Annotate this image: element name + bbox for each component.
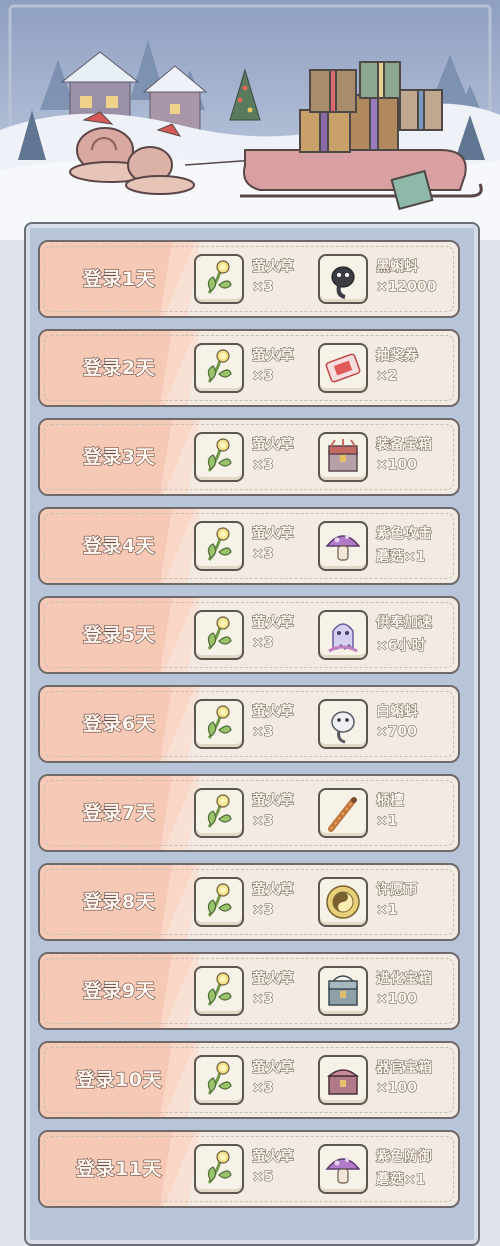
login-reward-row[interactable]: 登录6天 萤火草 ×3 白蝌蚪 ×700 [38, 685, 460, 763]
reward-count: ×100 [376, 457, 418, 474]
equipment-chest-icon [318, 432, 368, 482]
reward-name: 萤火草 [252, 348, 295, 365]
white-tadpole-icon [318, 699, 368, 749]
purple-mushroom-icon [318, 521, 368, 571]
login-reward-row[interactable]: 登录10天 萤火草 ×3 器官宝箱 ×100 [38, 1041, 460, 1119]
login-day-label: 登录6天 [82, 712, 156, 735]
purple-mushroom-icon [318, 1144, 368, 1194]
login-reward-row[interactable]: 登录3天 萤火草 ×3 装备宝箱 ×100 [38, 418, 460, 496]
login-reward-row[interactable]: 登录8天 萤火草 ×3 许愿币 ×1 [38, 863, 460, 941]
login-reward-row[interactable]: 登录4天 萤火草 ×3 紫色攻击蘑菇×1 [38, 507, 460, 585]
login-day-label: 登录8天 [82, 890, 156, 913]
reward-name: 萤火草 [252, 437, 295, 454]
login-day-label: 登录5天 [82, 623, 156, 646]
reward-name: 供奉加速 [376, 615, 433, 632]
reward-name: 萤火草 [252, 615, 295, 632]
organ-chest-icon [318, 1055, 368, 1105]
login-day-label: 登录2天 [82, 356, 156, 379]
offering-ghost-icon [318, 610, 368, 660]
reward-name: 许愿币 [376, 882, 419, 899]
reward-count: ×3 [251, 902, 274, 919]
firefly-grass-icon [194, 1144, 244, 1194]
firefly-grass-icon [194, 1055, 244, 1105]
login-day-label: 登录4天 [82, 534, 156, 557]
firefly-grass-icon [194, 521, 244, 571]
reward-count: ×100 [376, 1080, 418, 1097]
reward-count: ×3 [251, 546, 274, 563]
reward-name: 白蝌蚪 [376, 704, 419, 721]
reward-count: ×3 [251, 368, 274, 385]
reward-count: ×1 [375, 902, 398, 919]
reward-count: ×2 [375, 368, 398, 385]
reward-name: 紫色攻击 [376, 526, 433, 543]
reward-name: 萤火草 [252, 1149, 295, 1166]
reward-count: ×1 [375, 813, 398, 830]
reward-name: 萤火草 [252, 971, 295, 988]
reward-name: 萤火草 [252, 1060, 295, 1077]
firefly-grass-icon [194, 788, 244, 838]
reward-count: ×3 [251, 813, 274, 830]
login-day-label: 登录3天 [82, 445, 156, 468]
evolution-chest-icon [318, 966, 368, 1016]
reward-count: 蘑菇×1 [375, 549, 426, 566]
reward-count: ×3 [251, 279, 274, 296]
login-day-label: 登录10天 [75, 1068, 162, 1091]
black-tadpole-icon [318, 254, 368, 304]
reward-count: ×700 [376, 724, 418, 741]
reward-name: 进化宝箱 [376, 971, 433, 988]
firefly-grass-icon [194, 254, 244, 304]
login-reward-row[interactable]: 登录7天 萤火草 ×3 柄檀 ×1 [38, 774, 460, 852]
firefly-grass-icon [194, 877, 244, 927]
firefly-grass-icon [194, 699, 244, 749]
login-reward-row[interactable]: 登录9天 萤火草 ×3 进化宝箱 ×100 [38, 952, 460, 1030]
wish-coin-icon [318, 877, 368, 927]
incense-stick-icon [318, 788, 368, 838]
login-day-label: 登录11天 [75, 1157, 162, 1180]
firefly-grass-icon [194, 966, 244, 1016]
firefly-grass-icon [194, 610, 244, 660]
firefly-grass-icon [194, 432, 244, 482]
reward-count: ×3 [251, 724, 274, 741]
login-reward-row[interactable]: 登录1天 萤火草 ×3 黑蝌蚪 ×12000 [38, 240, 460, 318]
login-day-label: 登录1天 [82, 267, 156, 290]
firefly-grass-icon [194, 343, 244, 393]
login-reward-row[interactable]: 登录11天 萤火草 ×5 紫色防御蘑菇×1 [38, 1130, 460, 1208]
reward-name: 萤火草 [252, 793, 295, 810]
reward-name: 萤火草 [252, 882, 295, 899]
reward-name: 抽奖券 [376, 348, 419, 365]
reward-count: ×3 [251, 635, 274, 652]
reward-name: 萤火草 [252, 526, 295, 543]
reward-count: ×12000 [375, 279, 437, 296]
reward-count: ×5 [251, 1169, 274, 1186]
reward-count: ×3 [251, 991, 274, 1008]
reward-count: ×3 [251, 1080, 274, 1097]
winter-sleigh-banner [0, 0, 500, 240]
reward-name: 萤火草 [252, 259, 295, 276]
login-reward-row[interactable]: 登录2天 萤火草 ×3 抽奖券 ×2 [38, 329, 460, 407]
reward-count: ×3 [251, 457, 274, 474]
reward-count: ×100 [376, 991, 418, 1008]
login-reward-row[interactable]: 登录5天 萤火草 ×3 供奉加速 ×6小时 [38, 596, 460, 674]
reward-name: 柄檀 [376, 793, 405, 810]
lottery-ticket-icon [318, 343, 368, 393]
reward-name: 装备宝箱 [376, 437, 433, 454]
login-day-label: 登录7天 [82, 801, 156, 824]
reward-count: ×6小时 [375, 638, 426, 655]
reward-name: 黑蝌蚪 [376, 259, 419, 276]
reward-name: 紫色防御 [376, 1149, 433, 1166]
login-day-label: 登录9天 [82, 979, 156, 1002]
reward-name: 萤火草 [252, 704, 295, 721]
banner-illustration [0, 0, 500, 240]
reward-count: 蘑菇×1 [375, 1172, 426, 1189]
reward-name: 器官宝箱 [376, 1060, 433, 1077]
